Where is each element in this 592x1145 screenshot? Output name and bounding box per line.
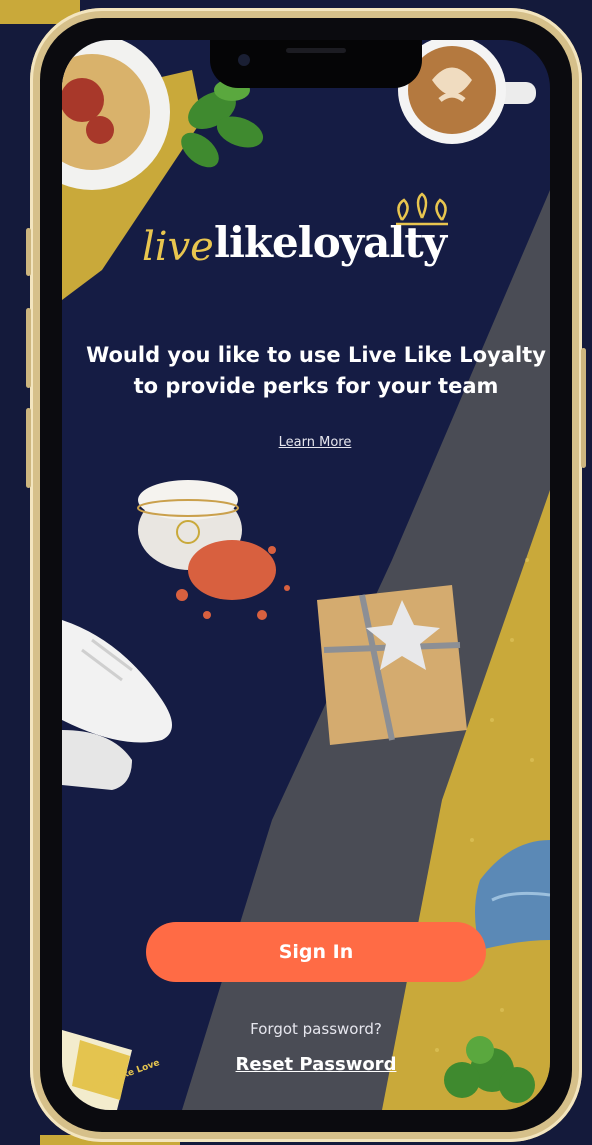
forgot-password-text: Forgot password? <box>250 1020 382 1038</box>
mute-switch <box>26 228 31 276</box>
sign-in-button[interactable]: Sign In <box>146 922 486 982</box>
brand-logo: live likeloyalty <box>122 192 522 280</box>
volume-down-button <box>26 408 31 488</box>
app-screen: live likeloyalty Would you like to use L… <box>62 40 550 1110</box>
earpiece-speaker <box>286 48 346 53</box>
phone-notch <box>210 40 422 88</box>
power-button <box>581 348 586 468</box>
logo-script-text: live <box>142 224 214 270</box>
reset-password-link[interactable]: Reset Password <box>206 1054 426 1075</box>
gift-box-icon <box>317 585 467 745</box>
logo-serif-text: likeloyalty <box>214 218 447 267</box>
front-camera <box>238 54 250 66</box>
volume-up-button <box>26 308 31 388</box>
screen-bezel: live likeloyalty Would you like to use L… <box>40 18 572 1132</box>
learn-more-link[interactable]: Learn More <box>260 435 370 450</box>
phone-frame: live likeloyalty Would you like to use L… <box>26 8 586 1142</box>
welcome-headline: Would you like to use Live Like Loyalty … <box>86 343 546 398</box>
sneaker-icon <box>62 620 172 790</box>
